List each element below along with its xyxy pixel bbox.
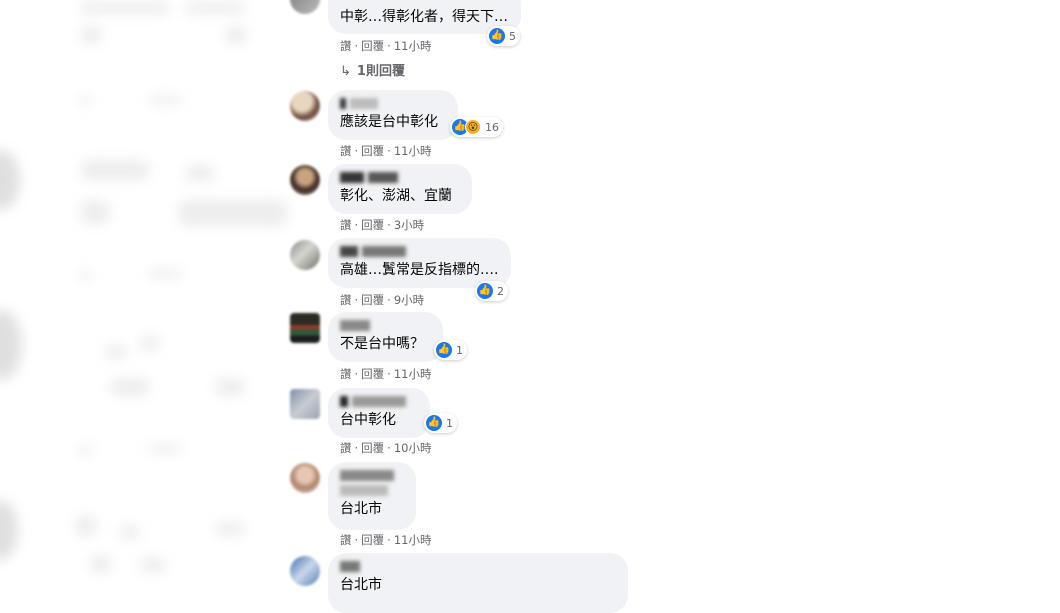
separator-dot: · — [354, 39, 359, 53]
reaction-summary[interactable]: 👍 😮 16 — [450, 117, 503, 137]
replies-count-label: 1則回覆 — [356, 64, 405, 79]
separator-dot: · — [387, 144, 391, 158]
comment-text: 台北市 — [340, 577, 382, 593]
timestamp[interactable]: 3小時 — [394, 218, 424, 232]
reply-button[interactable]: 回覆 — [361, 39, 384, 53]
reply-button[interactable]: 回覆 — [361, 144, 384, 158]
reply-arrow-icon: ↳ — [340, 64, 351, 79]
separator-dot: · — [387, 39, 391, 53]
author-name[interactable] — [340, 246, 499, 258]
avatar[interactable] — [290, 313, 320, 343]
comment-text: 中彰…得彰化者，得天下… — [340, 9, 508, 25]
reaction-summary[interactable]: 👍 5 — [487, 26, 520, 46]
reaction-count: 5 — [509, 29, 516, 43]
like-icon: 👍 — [436, 342, 452, 358]
separator-dot: · — [387, 533, 391, 547]
avatar[interactable] — [290, 0, 320, 14]
avatar[interactable] — [290, 91, 320, 121]
separator-dot: · — [387, 367, 391, 381]
comment-text: 彰化、澎湖、宜蘭 — [340, 188, 452, 204]
comment-actions: 讚 · 回覆 · 3小時 — [340, 217, 424, 233]
comment-bubble: 彰化、澎湖、宜蘭 — [328, 164, 472, 214]
avatar[interactable] — [290, 389, 320, 419]
reaction-count: 16 — [485, 120, 499, 134]
author-name[interactable] — [340, 396, 418, 408]
timestamp[interactable]: 11小時 — [394, 533, 432, 547]
like-icon: 👍 — [489, 28, 505, 44]
like-button[interactable]: 讚 — [340, 293, 352, 307]
reaction-summary[interactable]: 👍 2 — [475, 281, 508, 301]
author-name[interactable] — [340, 320, 431, 332]
timestamp[interactable]: 11小時 — [394, 144, 432, 158]
comment-actions: 讚 · 回覆 · 11小時 — [340, 38, 431, 54]
author-name[interactable] — [340, 98, 446, 110]
like-icon: 👍 — [477, 283, 493, 299]
timestamp[interactable]: 10小時 — [394, 441, 432, 455]
separator-dot: · — [354, 441, 359, 455]
avatar[interactable] — [290, 240, 320, 270]
timestamp[interactable]: 11小時 — [394, 39, 432, 53]
reaction-count: 2 — [497, 284, 504, 298]
comment-bubble: 台中彰化 — [328, 388, 430, 438]
comment-bubble: 台北市 — [328, 553, 628, 613]
comment-bubble: 應該是台中彰化 — [328, 90, 458, 140]
author-name[interactable] — [340, 172, 460, 184]
comment-text: 台北市 — [340, 501, 382, 517]
separator-dot: · — [354, 533, 359, 547]
reply-button[interactable]: 回覆 — [361, 293, 384, 307]
comment-actions: 讚 · 回覆 · 10小時 — [340, 440, 431, 456]
like-button[interactable]: 讚 — [340, 218, 352, 232]
reply-button[interactable]: 回覆 — [361, 367, 384, 381]
reply-button[interactable]: 回覆 — [361, 218, 384, 232]
avatar[interactable] — [290, 556, 320, 586]
comment-thread: 中彰…得彰化者，得天下… 👍 5 讚 · 回覆 · 11小時 ↳ 1則回覆 應該是台中彰化… — [0, 0, 1060, 613]
comment-text: 高雄…鬒常是反指標的…. — [340, 262, 499, 278]
author-name[interactable] — [340, 470, 404, 482]
reply-button[interactable]: 回覆 — [361, 533, 384, 547]
separator-dot: · — [387, 441, 391, 455]
timestamp[interactable]: 11小時 — [394, 367, 432, 381]
wow-icon: 😮 — [465, 119, 481, 135]
separator-dot: · — [387, 293, 391, 307]
reply-button[interactable]: 回覆 — [361, 441, 384, 455]
comment-text: 不是台中嗎？ — [340, 336, 424, 352]
reaction-count: 1 — [446, 416, 453, 430]
separator-dot: · — [354, 144, 359, 158]
comment-text: 台中彰化 — [340, 412, 396, 428]
avatar[interactable] — [290, 463, 320, 493]
like-button[interactable]: 讚 — [340, 144, 352, 158]
comment-text: 應該是台中彰化 — [340, 114, 438, 130]
author-subtitle — [340, 485, 404, 497]
separator-dot: · — [354, 293, 359, 307]
like-button[interactable]: 讚 — [340, 367, 352, 381]
comment-actions: 讚 · 回覆 · 11小時 — [340, 366, 431, 382]
like-button[interactable]: 讚 — [340, 441, 352, 455]
separator-dot: · — [387, 218, 391, 232]
separator-dot: · — [354, 367, 359, 381]
comment-actions: 讚 · 回覆 · 11小時 — [340, 143, 431, 159]
reaction-count: 1 — [456, 343, 463, 357]
view-replies-link[interactable]: ↳ 1則回覆 — [340, 60, 405, 79]
reaction-summary[interactable]: 👍 1 — [434, 340, 467, 360]
like-button[interactable]: 讚 — [340, 39, 352, 53]
comment-bubble: 不是台中嗎？ — [328, 312, 443, 362]
separator-dot: · — [354, 218, 359, 232]
reaction-summary[interactable]: 👍 1 — [424, 413, 457, 433]
author-name[interactable] — [340, 561, 616, 573]
like-icon: 👍 — [426, 415, 442, 431]
comment-actions: 讚 · 回覆 · 9小時 — [340, 292, 424, 308]
timestamp[interactable]: 9小時 — [394, 293, 424, 307]
like-button[interactable]: 讚 — [340, 533, 352, 547]
comment-actions: 讚 · 回覆 · 11小時 — [340, 532, 431, 548]
avatar[interactable] — [290, 165, 320, 195]
comment-bubble: 台北市 — [328, 462, 416, 530]
